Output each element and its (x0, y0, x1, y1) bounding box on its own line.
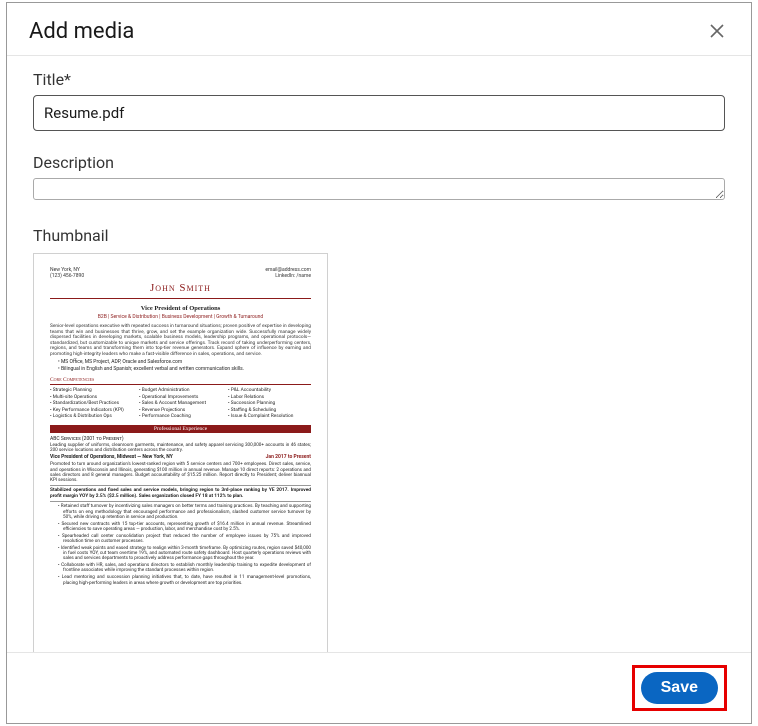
close-icon[interactable] (703, 17, 731, 45)
thumbnail-preview: New York, NY (123) 456-7890 email@addres… (33, 253, 328, 652)
resume-bullet: • Identified weak points and eased strat… (58, 546, 311, 562)
resume-linkedin: LinkedIn: /name (265, 274, 311, 280)
resume-bullet: • Collaborate with HR, sales, and operat… (58, 563, 311, 574)
resume-bullet: • Secured new contracts with 15 top-tier… (58, 522, 311, 533)
save-highlight-box: Save (632, 665, 727, 711)
resume-job-desc: Promoted to turn around organization's l… (50, 462, 311, 483)
resume-bullet: • Spearheaded call center consolidation … (58, 534, 311, 545)
resume-summary-b2: • Bilingual in English and Spanish; exce… (58, 367, 311, 373)
title-field: Title* (33, 70, 725, 131)
thumbnail-label: Thumbnail (33, 226, 725, 245)
resume-summary: Senior-level operations executive with r… (50, 324, 311, 357)
title-label: Title* (33, 70, 725, 89)
modal-footer: Save (7, 652, 751, 723)
resume-exp-band: Professional Experience (50, 425, 311, 433)
resume-job-emph: Stabilized operations and fixed sales an… (50, 488, 311, 499)
description-label: Description (33, 153, 725, 172)
resume-core-hdr: Core Competencies (50, 377, 311, 385)
resume-headline: Vice President of Operations (50, 305, 311, 312)
thumbnail-section: Thumbnail New York, NY (123) 456-7890 em… (33, 226, 725, 652)
description-input[interactable] (33, 178, 725, 200)
resume-company-desc: Leading supplier of uniforms, cleanroom … (50, 443, 311, 454)
resume-phone: (123) 456-7890 (50, 274, 84, 280)
resume-bullet: • Retained staff turnover by incentivizi… (58, 504, 311, 520)
resume-job-dates: Jan 2017 to Present (266, 455, 311, 461)
add-media-modal: Add media Title* Description Thumbnail N… (6, 2, 752, 724)
modal-header: Add media (7, 3, 751, 55)
title-input[interactable] (33, 95, 725, 131)
resume-document: New York, NY (123) 456-7890 email@addres… (50, 268, 311, 586)
modal-title: Add media (29, 19, 134, 44)
description-field: Description (33, 153, 725, 204)
save-button[interactable]: Save (641, 672, 718, 704)
modal-body[interactable]: Title* Description Thumbnail New York, N… (7, 55, 751, 652)
resume-job-title: Vice President of Operations, Midwest — … (50, 455, 173, 461)
resume-core-cols: • Strategic Planning • Multi-site Operat… (50, 388, 311, 421)
resume-name: John Smith (50, 282, 311, 295)
resume-bullet: • Lead mentoring and succession planning… (58, 575, 311, 586)
resume-tagline: B2B | Service & Distribution | Business … (50, 315, 311, 321)
